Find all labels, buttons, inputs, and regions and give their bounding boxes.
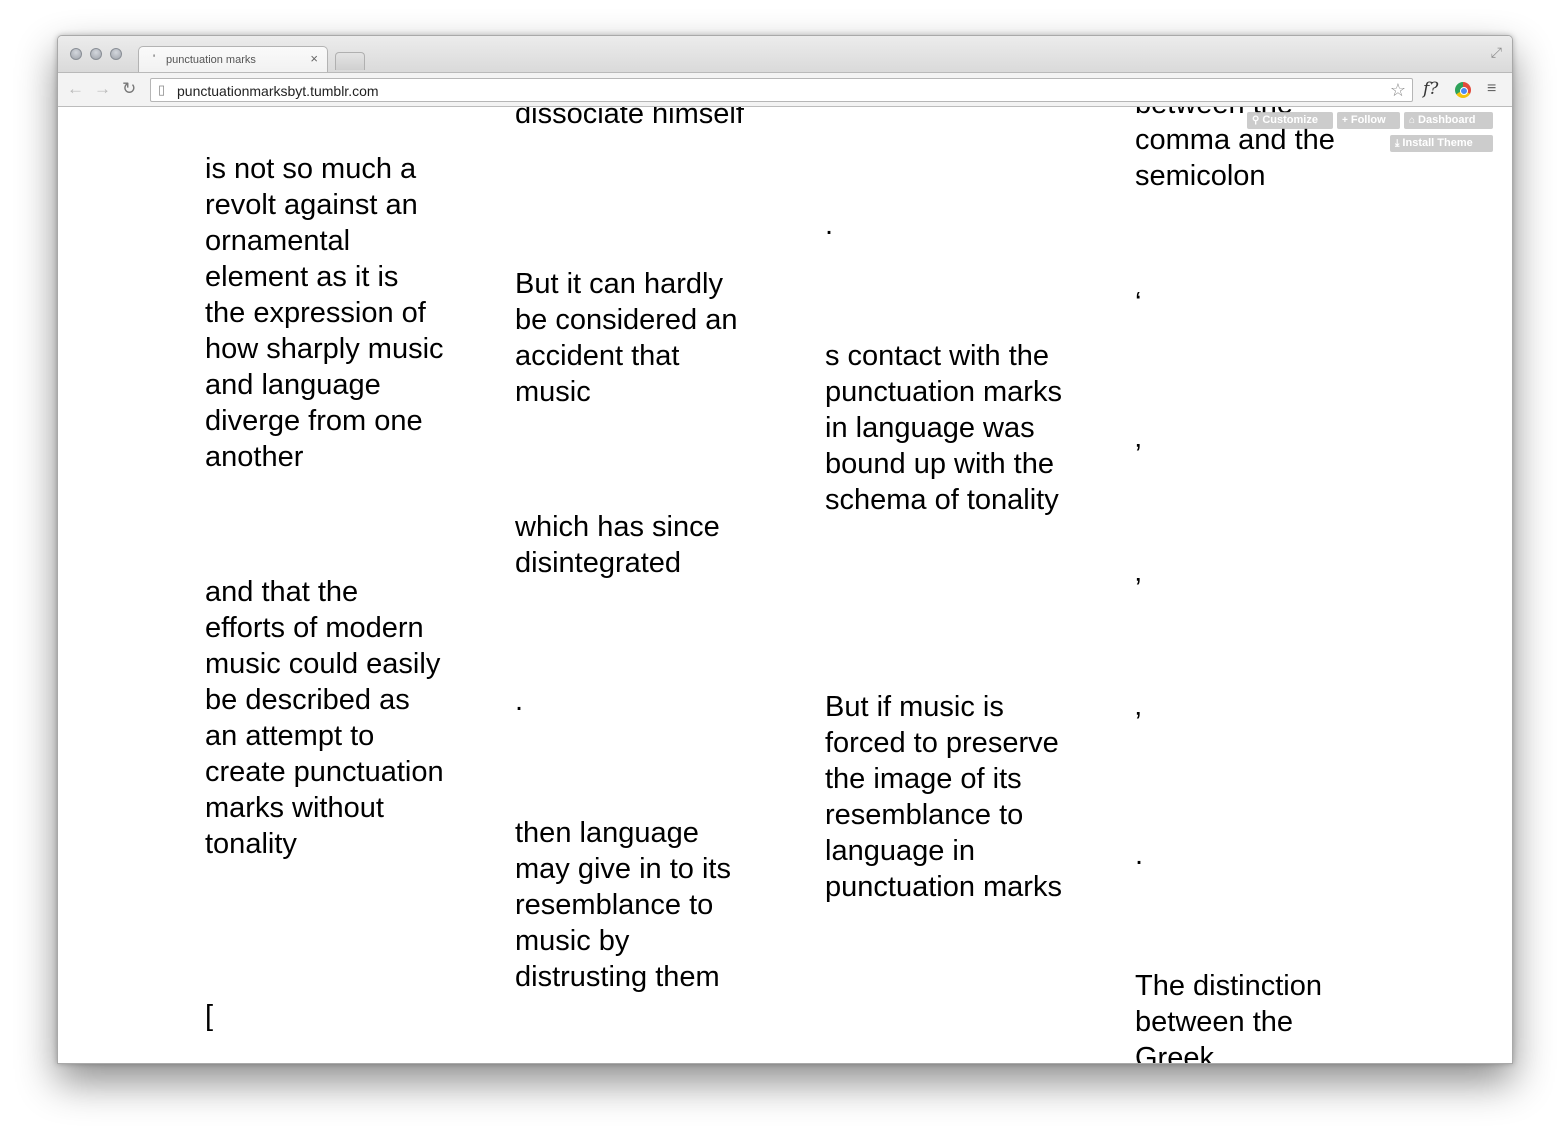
- new-tab-button[interactable]: [335, 52, 365, 70]
- customize-label: Customize: [1262, 114, 1318, 126]
- fullscreen-icon[interactable]: ⤢: [1491, 44, 1502, 61]
- text-post: .: [1135, 839, 1144, 871]
- text-post: is not so much a revolt against an ornam…: [205, 153, 444, 473]
- dashboard-label: Dashboard: [1418, 114, 1476, 126]
- extension-color-icon[interactable]: [1455, 82, 1471, 98]
- text-post: s contact with the punctuation marks in …: [825, 340, 1062, 516]
- menu-icon[interactable]: ≡: [1487, 80, 1496, 98]
- text-post: which has since disintegrated: [515, 511, 720, 579]
- page-content: is not so much a revolt against an ornam…: [58, 107, 1512, 1063]
- install-theme-label: Install Theme: [1402, 137, 1473, 149]
- text-post: The distinction between the Greek: [1135, 970, 1322, 1063]
- dashboard-button[interactable]: ⌂ Dashboard: [1404, 112, 1493, 129]
- tab-close-icon[interactable]: ×: [310, 51, 318, 66]
- minimize-window-button[interactable]: [90, 48, 102, 60]
- browser-toolbar: ← → ↻ ▯ punctuationmarksbyt.tumblr.com ☆…: [58, 72, 1512, 107]
- search-icon: ⚲: [1252, 115, 1260, 126]
- text-post: ’: [1135, 439, 1142, 471]
- title-bar: ' punctuation marks × ⤢: [58, 36, 1512, 73]
- text-post: But it can hardly be considered an accid…: [515, 268, 738, 408]
- browser-tab[interactable]: ' punctuation marks ×: [138, 46, 328, 73]
- text-post: ’: [1135, 573, 1142, 605]
- page-icon: ▯: [158, 82, 166, 97]
- text-post: [: [205, 1000, 214, 1032]
- text-post: ’: [1135, 707, 1142, 739]
- browser-window: ' punctuation marks × ⤢ ← → ↻ ▯ punctuat…: [57, 35, 1513, 1064]
- zoom-window-button[interactable]: [110, 48, 122, 60]
- bookmark-star-icon[interactable]: ☆: [1390, 80, 1406, 101]
- tab-title: punctuation marks: [166, 54, 256, 66]
- extension-f-icon[interactable]: f?: [1423, 79, 1438, 99]
- back-icon[interactable]: ←: [67, 79, 84, 99]
- home-icon: ⌂: [1409, 115, 1416, 126]
- text-post: But if music is forced to preserve the i…: [825, 691, 1062, 903]
- follow-label: Follow: [1350, 114, 1386, 126]
- follow-button[interactable]: + Follow: [1337, 112, 1400, 129]
- text-post: and that the efforts of modern music cou…: [205, 576, 444, 860]
- close-window-button[interactable]: [70, 48, 82, 60]
- tab-favicon: ': [153, 53, 156, 65]
- text-post: .: [825, 209, 834, 241]
- customize-button[interactable]: ⚲ Customize: [1247, 112, 1333, 129]
- download-icon: ⤓: [1395, 138, 1400, 149]
- text-post: .: [515, 685, 524, 717]
- url-text[interactable]: punctuationmarksbyt.tumblr.com: [177, 83, 379, 99]
- text-post: then language may give in to its resembl…: [515, 817, 731, 993]
- reload-icon[interactable]: ↻: [122, 79, 136, 99]
- address-bar[interactable]: ▯ punctuationmarksbyt.tumblr.com ☆: [150, 78, 1413, 102]
- forward-icon[interactable]: →: [94, 79, 111, 99]
- tumblr-controls: ⚲ Customize + Follow ⌂ Dashboard ⤓ Install T…: [1247, 112, 1507, 162]
- text-post: dissociate himself: [515, 107, 744, 130]
- text-post: ‘: [1135, 287, 1142, 319]
- install-theme-button[interactable]: ⤓ Install Theme: [1390, 135, 1493, 152]
- plus-icon: +: [1342, 115, 1348, 126]
